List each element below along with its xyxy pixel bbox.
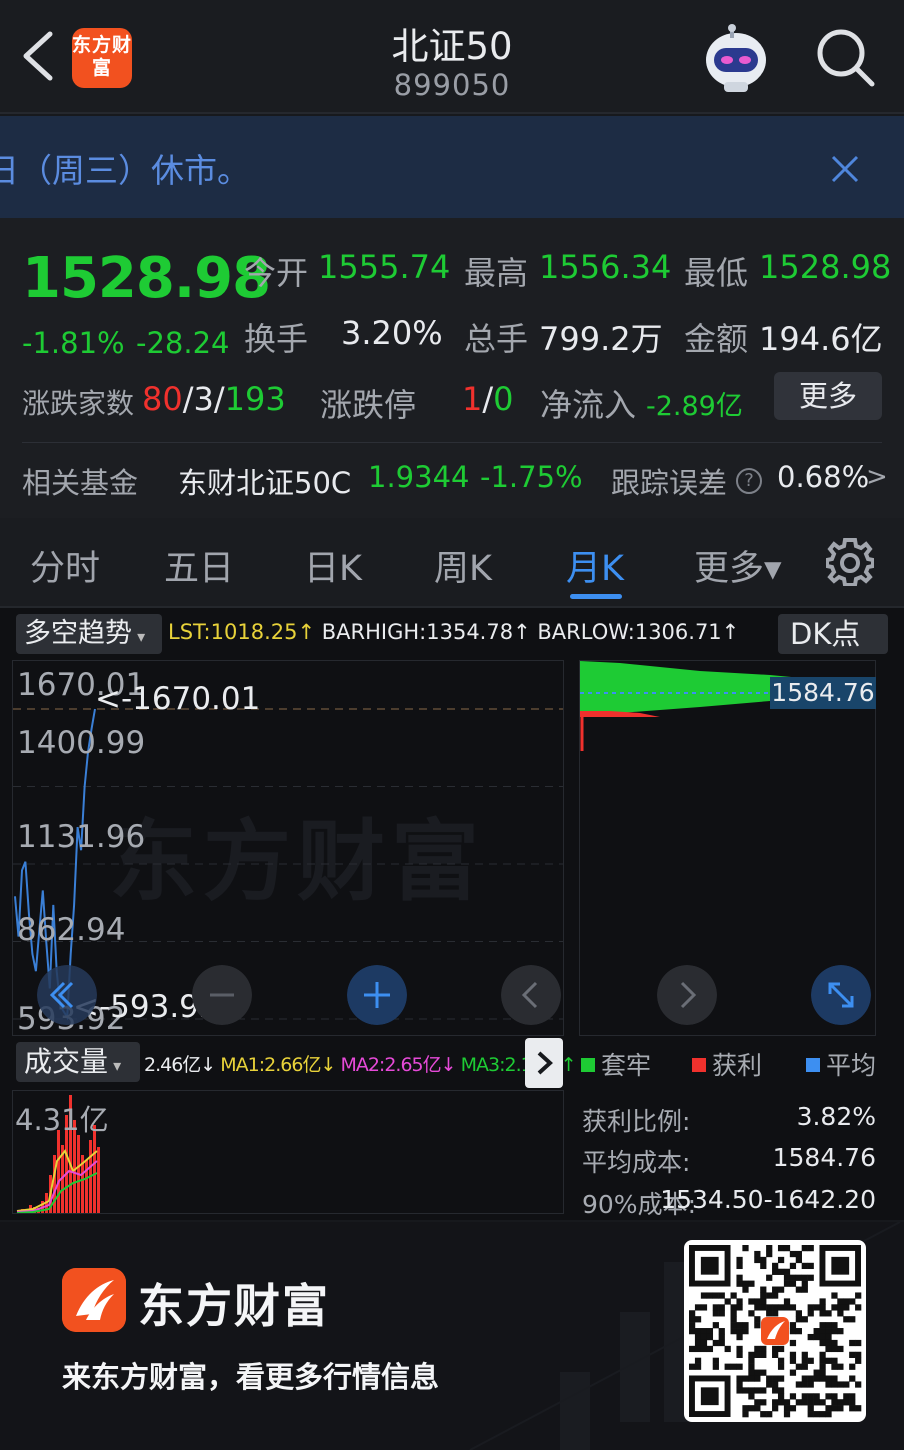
lst-value: LST:1018.25↑: [168, 620, 316, 644]
price-chart-panel[interactable]: 东方财富 1670.01 1400.99 1131.96 862.94 593.…: [12, 660, 564, 1036]
high-label: 最高: [464, 254, 529, 292]
volume-label: 总手: [464, 320, 529, 358]
inflow-label: 净流入: [540, 386, 637, 424]
prev-icon[interactable]: [501, 965, 561, 1025]
turnover-value: 3.20%: [341, 314, 443, 352]
breadth-values: 80/3/193: [142, 380, 286, 418]
breadth-label: 涨跌家数: [22, 387, 135, 420]
gear-icon[interactable]: [826, 536, 874, 586]
more-button[interactable]: 更多: [774, 372, 882, 420]
active-tab-indicator: [570, 594, 622, 599]
open-label: 今开: [244, 254, 309, 292]
limit-up: 1: [462, 380, 483, 418]
ma1-value: MA1:2.66亿↓: [220, 1054, 336, 1076]
divider: [22, 442, 882, 443]
app-logo[interactable]: 东方财富: [72, 28, 132, 88]
breadth-down: 193: [224, 380, 286, 418]
assistant-robot-icon[interactable]: [700, 24, 772, 94]
volume-bar: [97, 1147, 100, 1213]
tab-daily-k[interactable]: 日K: [304, 540, 362, 591]
amount-value: 194.6亿: [759, 320, 883, 358]
limit-down: 0: [493, 380, 514, 418]
legend-trapped: 套牢: [581, 1046, 651, 1082]
volume-indicators: 2.46亿↓ MA1:2.66亿↓ MA2:2.65亿↓ MA3:2.10亿↑: [144, 1050, 577, 1077]
limit-values: 1/0: [462, 380, 514, 418]
change-value: -28.24: [136, 326, 230, 360]
change-percent: -1.81%: [22, 326, 125, 360]
indicator-next-icon[interactable]: [525, 1038, 563, 1088]
profit-ratio-label: 获利比例:: [582, 1107, 691, 1136]
fund-label: 相关基金: [22, 466, 139, 500]
open-value: 1555.74: [318, 248, 451, 286]
volume-max-label: 4.31亿: [15, 1103, 109, 1137]
help-icon[interactable]: ?: [736, 460, 762, 498]
chip-distribution-panel[interactable]: [579, 660, 876, 1036]
turnover-label: 换手: [244, 320, 309, 358]
qr-code[interactable]: [684, 1240, 866, 1422]
y-axis-label: 1131.96: [17, 819, 146, 855]
close-icon[interactable]: [830, 154, 860, 184]
dk-point-button[interactable]: DK点: [778, 614, 888, 654]
brand-logo-icon: [62, 1268, 126, 1332]
profit-ratio-value: 3.82%: [796, 1102, 876, 1131]
market-notice: 日（周三）休市。: [0, 116, 904, 218]
breadth-flat: 3: [193, 380, 214, 418]
tracking-error-value: 0.68%: [777, 460, 870, 494]
legend-average: 平均: [806, 1046, 876, 1082]
inflow-value: -2.89亿: [646, 391, 743, 422]
chip-distribution: [580, 661, 875, 751]
back-icon[interactable]: [18, 28, 58, 84]
limit-sep: /: [482, 380, 494, 418]
tab-weekly-k[interactable]: 周K: [434, 540, 492, 591]
limit-label: 涨跌停: [320, 386, 417, 424]
zoom-in-icon[interactable]: [347, 965, 407, 1025]
y-axis-label: 862.94: [17, 912, 126, 948]
low-label: 最低: [684, 254, 749, 292]
breadth-sep: /: [182, 380, 194, 418]
low-value: 1528.98: [759, 248, 892, 286]
search-icon[interactable]: [814, 26, 876, 88]
volume-select[interactable]: 成交量 ▾: [16, 1042, 140, 1082]
fund-nav: 1.9344: [368, 460, 470, 494]
indicator-values: LST:1018.25↑ BARHIGH:1354.78↑ BARLOW:130…: [168, 620, 739, 644]
avg-cost-tag: 1584.76: [770, 677, 876, 709]
avg-cost-value: 1584.76: [772, 1143, 876, 1172]
fund-name[interactable]: 东财北证50C: [178, 460, 351, 502]
volume-chart-panel[interactable]: 4.31亿: [12, 1090, 564, 1214]
indicator-select[interactable]: 多空趋势 ▾: [16, 614, 162, 654]
slogan: 来东方财富，看更多行情信息: [62, 1360, 440, 1394]
avg-cost-label: 平均成本:: [582, 1148, 691, 1177]
max-marker: <-1670.01: [95, 681, 261, 717]
volume-bar: [57, 1130, 60, 1213]
last-price: 1528.98: [22, 246, 271, 311]
barhigh-value: BARHIGH:1354.78↑: [321, 620, 531, 644]
tab-intraday[interactable]: 分时: [30, 540, 100, 591]
vol-value: 2.46亿↓: [144, 1054, 216, 1076]
amount-label: 金额: [684, 320, 749, 358]
scroll-left-icon[interactable]: [37, 965, 97, 1025]
ma2-value: MA2:2.65亿↓: [340, 1054, 456, 1076]
tab-monthly-k[interactable]: 月K: [566, 540, 624, 591]
zoom-out-icon[interactable]: [192, 965, 252, 1025]
y-axis-label: 1400.99: [17, 725, 146, 761]
barlow-value: BARLOW:1306.71↑: [537, 620, 740, 644]
high-value: 1556.34: [539, 248, 672, 286]
page-title: 北证50: [391, 25, 513, 68]
fund-change: -1.75%: [480, 460, 583, 494]
breadth-sep: /: [213, 380, 225, 418]
stock-code: 899050: [393, 68, 511, 102]
brand-name: 东方财富: [138, 1279, 330, 1333]
legend-profit: 获利: [692, 1046, 762, 1082]
cost90-value: 1534.50-1642.20: [660, 1185, 876, 1214]
breadth-up: 80: [142, 380, 183, 418]
volume-value: 799.2万: [539, 320, 663, 358]
tracking-error-label: 跟踪误差: [611, 466, 728, 500]
tab-five-day[interactable]: 五日: [164, 540, 234, 591]
fund-arrow-icon[interactable]: >: [866, 462, 888, 492]
notice-text: 日（周三）休市。: [0, 151, 250, 190]
tab-more[interactable]: 更多▾: [694, 540, 782, 591]
